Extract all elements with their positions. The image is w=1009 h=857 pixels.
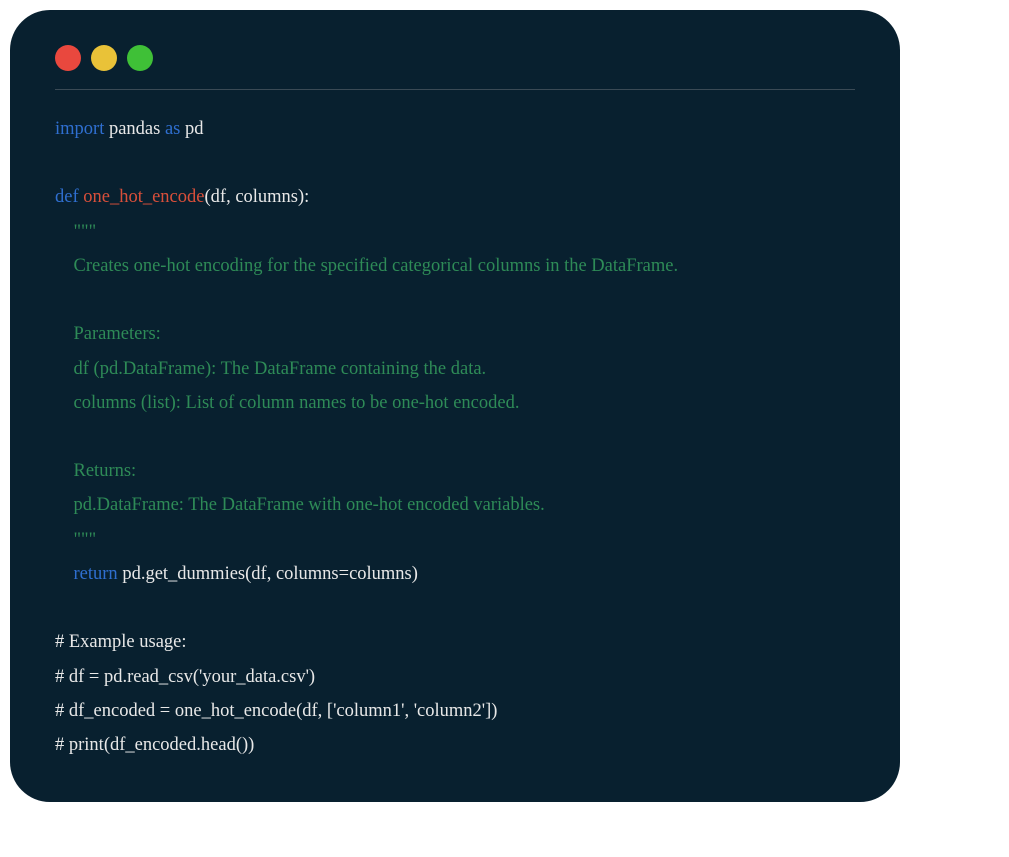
comment-example-read: # df = pd.read_csv('your_data.csv') [55, 667, 315, 687]
minimize-icon[interactable] [91, 45, 117, 71]
code-window: import pandas as pd def one_hot_encode(d… [10, 10, 900, 802]
comment-example-encode: # df_encoded = one_hot_encode(df, ['colu… [55, 701, 497, 721]
keyword-as: as [165, 119, 180, 139]
function-name: one_hot_encode [83, 187, 204, 207]
docstring-param-columns: columns (list): List of column names to … [55, 393, 519, 413]
keyword-return: return [74, 564, 118, 584]
function-signature: (df, columns): [205, 187, 310, 207]
indent [55, 564, 74, 584]
code-block: import pandas as pd def one_hot_encode(d… [55, 112, 855, 762]
comment-example-header: # Example usage: [55, 632, 187, 652]
docstring-returns-header: Returns: [55, 461, 136, 481]
alias-name: pd [180, 119, 203, 139]
docstring-returns: pd.DataFrame: The DataFrame with one-hot… [55, 495, 545, 515]
window-titlebar [55, 45, 855, 90]
close-icon[interactable] [55, 45, 81, 71]
maximize-icon[interactable] [127, 45, 153, 71]
docstring-params-header: Parameters: [55, 324, 161, 344]
keyword-import: import [55, 119, 104, 139]
return-expression: pd.get_dummies(df, columns=columns) [118, 564, 418, 584]
docstring-open: """ [55, 222, 96, 242]
docstring-param-df: df (pd.DataFrame): The DataFrame contain… [55, 359, 486, 379]
keyword-def: def [55, 187, 79, 207]
comment-example-print: # print(df_encoded.head()) [55, 735, 254, 755]
docstring-summary: Creates one-hot encoding for the specifi… [55, 256, 678, 276]
module-name: pandas [104, 119, 165, 139]
docstring-close: """ [55, 530, 96, 550]
